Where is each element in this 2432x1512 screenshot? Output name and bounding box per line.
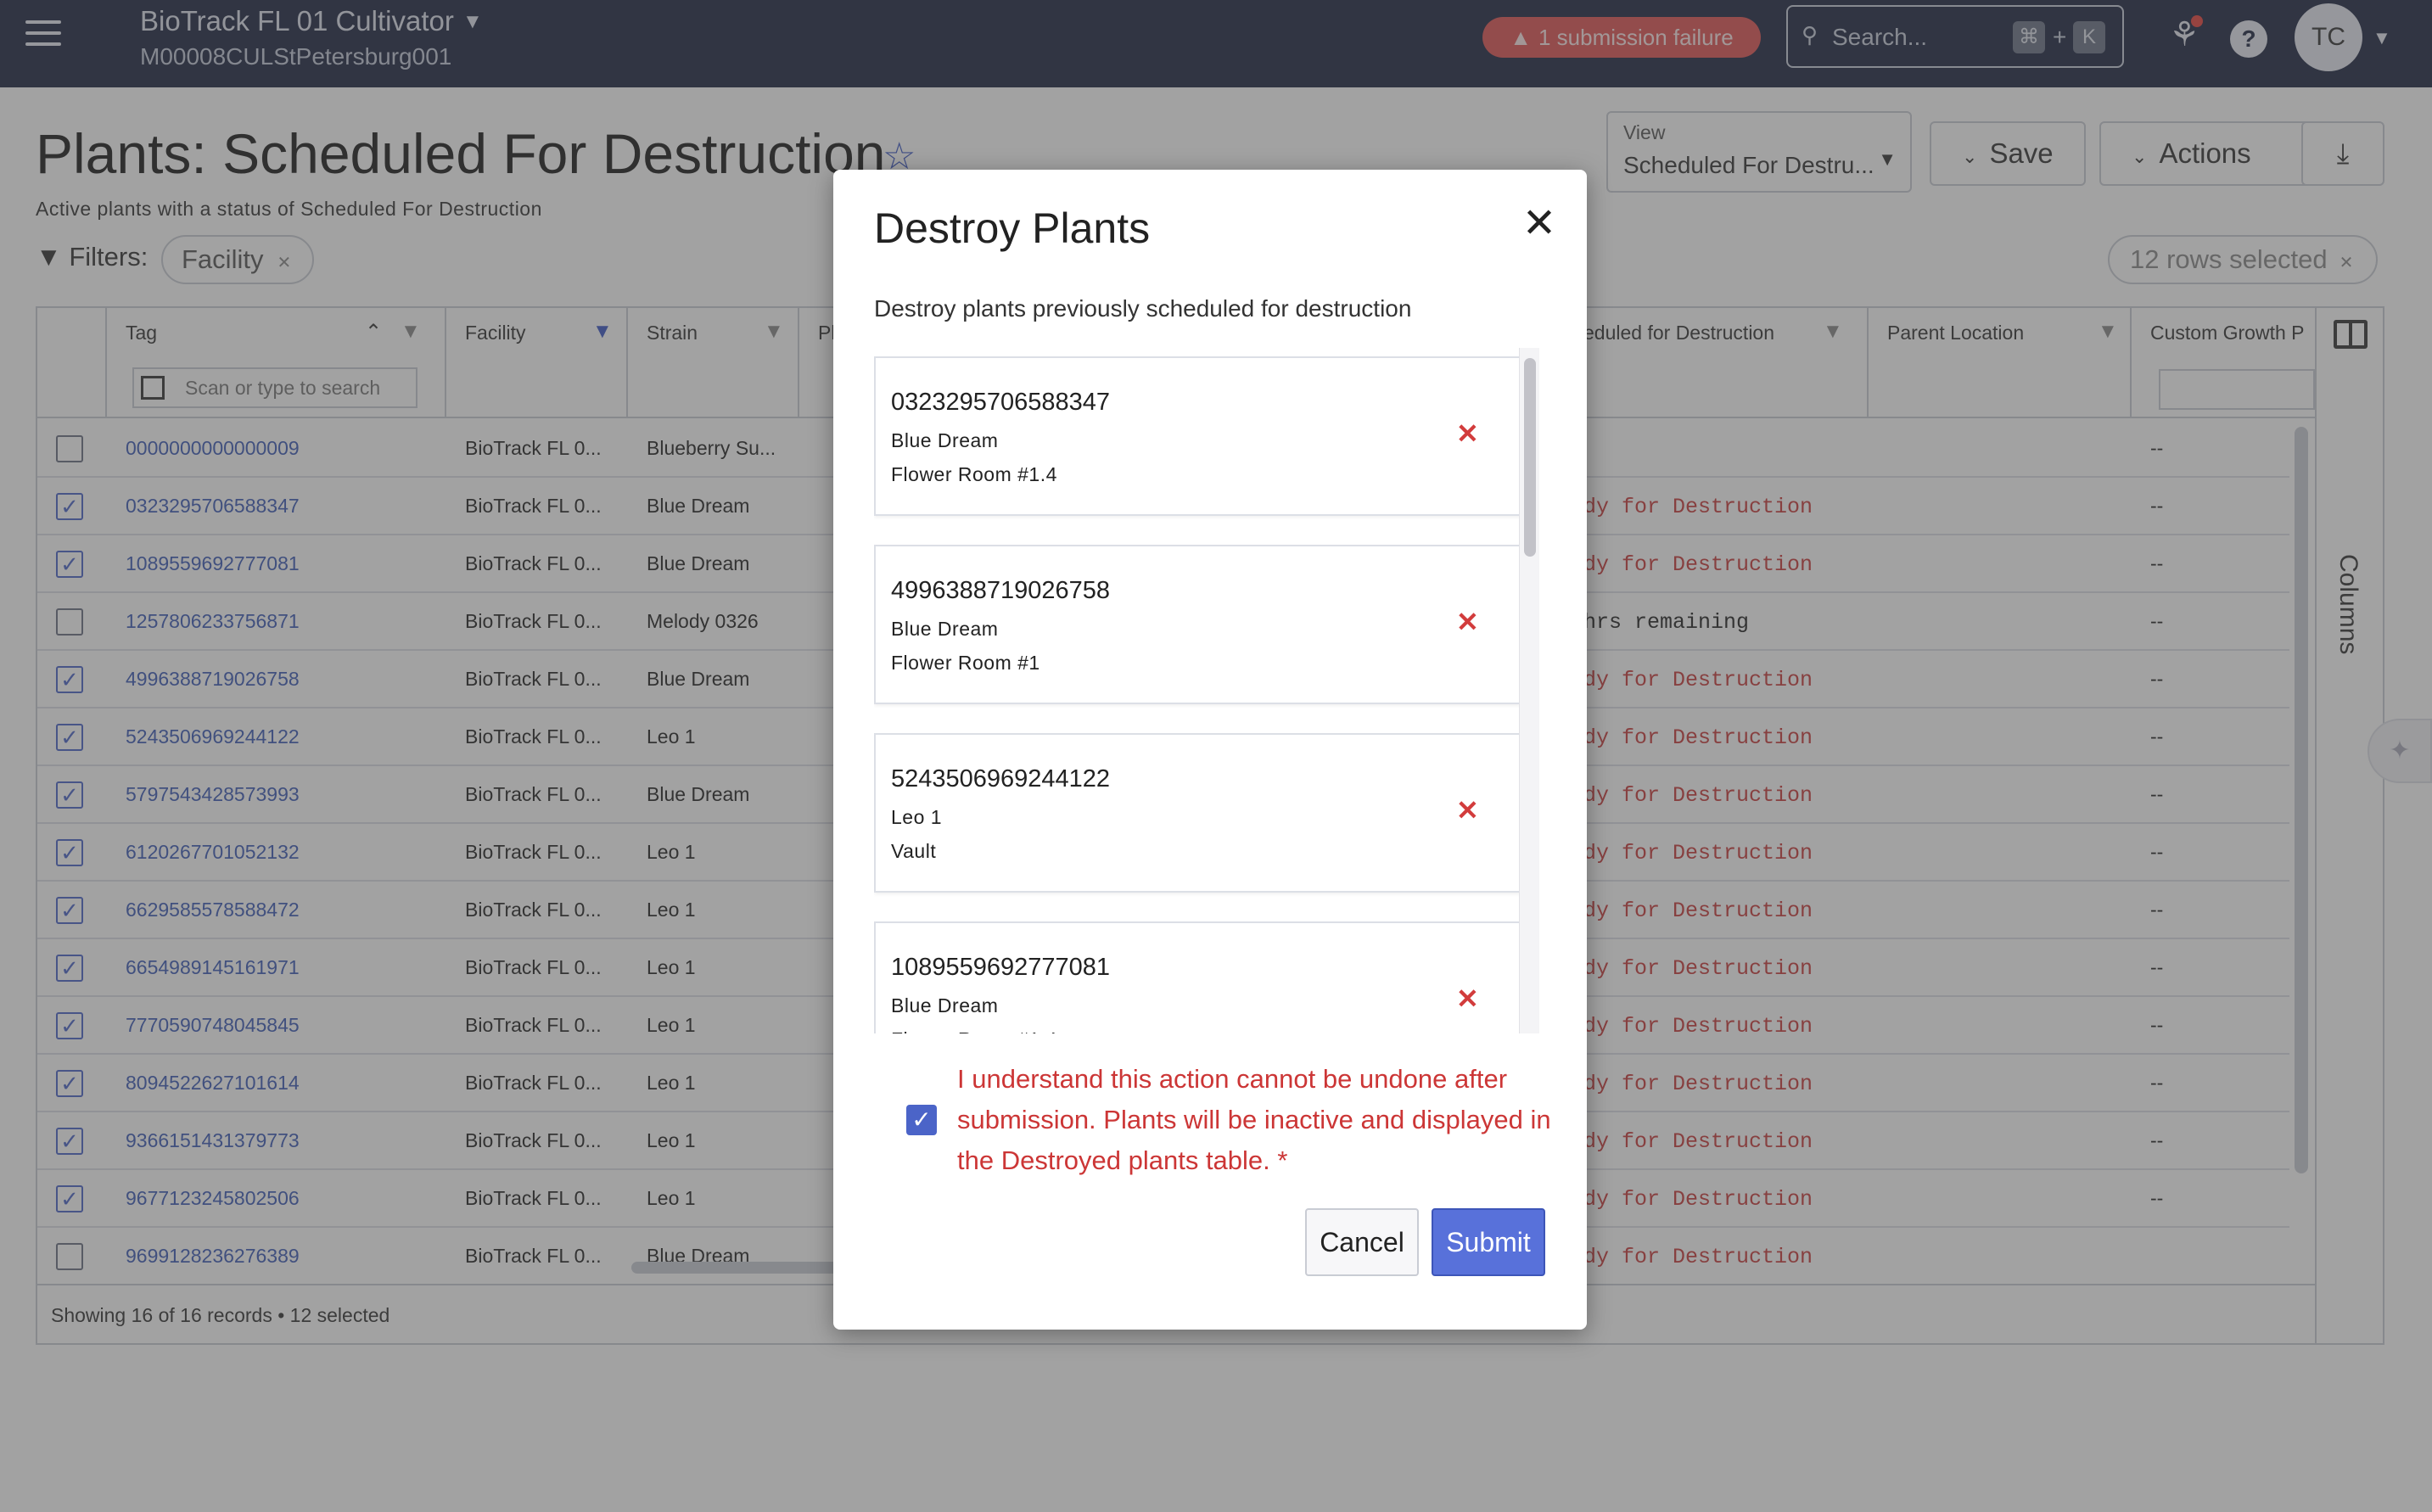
plant-list[interactable]: 0323295706588347 Blue Dream Flower Room #1… bbox=[874, 348, 1539, 1033]
destroy-plants-dialog: Destroy Plants ✕ Destroy plants previous… bbox=[833, 170, 1587, 1330]
remove-plant-icon[interactable]: ✕ bbox=[1456, 417, 1479, 450]
dialog-title: Destroy Plants bbox=[874, 204, 1151, 252]
plant-location: Flower Room #1.4 bbox=[891, 1028, 1057, 1033]
plant-strain: Blue Dream bbox=[891, 429, 999, 451]
cancel-button[interactable]: Cancel bbox=[1305, 1208, 1419, 1276]
plant-id: 5243506969244122 bbox=[891, 765, 1111, 792]
plant-id: 4996388719026758 bbox=[891, 577, 1111, 604]
remove-plant-icon[interactable]: ✕ bbox=[1456, 983, 1479, 1015]
plant-card: 4996388719026758 Blue Dream Flower Room #1… bbox=[874, 545, 1521, 704]
list-scrollbar-track[interactable] bbox=[1519, 348, 1539, 1033]
plant-card: 5243506969244122 Leo 1 Vault ✕ bbox=[874, 733, 1521, 893]
plant-strain: Blue Dream bbox=[891, 618, 999, 640]
list-scrollbar-thumb[interactable] bbox=[1524, 358, 1536, 557]
plant-location: Flower Room #1.4 bbox=[891, 463, 1057, 485]
plant-card: 0323295706588347 Blue Dream Flower Room #1… bbox=[874, 356, 1521, 516]
plant-id: 1089559692777081 bbox=[891, 954, 1111, 981]
confirm-checkbox[interactable]: ✓ bbox=[906, 1105, 937, 1135]
plant-card: 1089559692777081 Blue Dream Flower Room #1… bbox=[874, 921, 1521, 1033]
plant-id: 0323295706588347 bbox=[891, 389, 1111, 416]
submit-button[interactable]: Submit bbox=[1432, 1208, 1545, 1276]
plant-location: Flower Room #1 bbox=[891, 652, 1040, 674]
plant-strain: Blue Dream bbox=[891, 994, 999, 1016]
remove-plant-icon[interactable]: ✕ bbox=[1456, 794, 1479, 826]
remove-plant-icon[interactable]: ✕ bbox=[1456, 606, 1479, 638]
confirm-text: I understand this action cannot be undon… bbox=[957, 1064, 1551, 1175]
plant-location: Vault bbox=[891, 840, 937, 862]
plant-strain: Leo 1 bbox=[891, 806, 943, 828]
close-icon[interactable]: ✕ bbox=[1519, 204, 1560, 244]
dialog-subtitle: Destroy plants previously scheduled for … bbox=[874, 295, 1412, 322]
